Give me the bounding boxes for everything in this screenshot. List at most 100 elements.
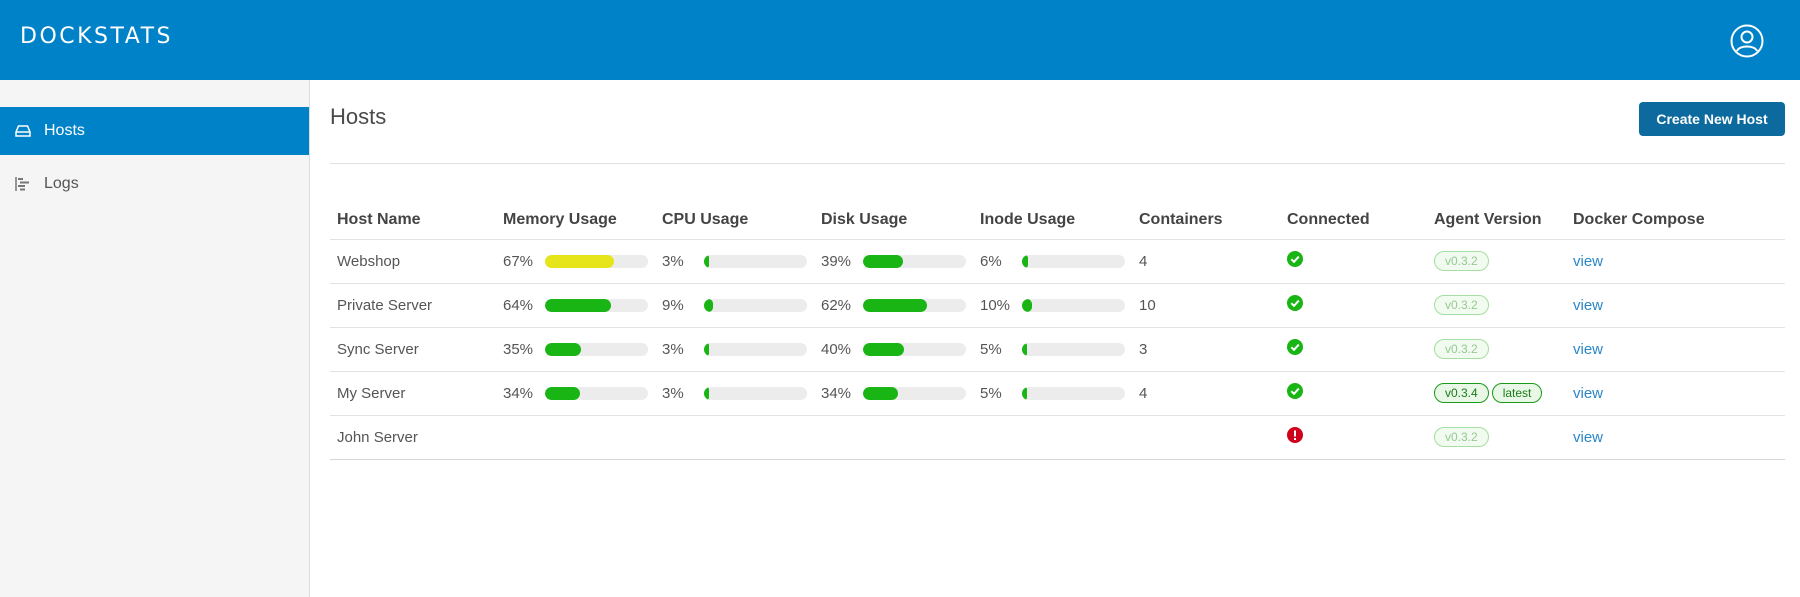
inode-bar	[1022, 254, 1125, 268]
connected-check-icon	[1287, 295, 1303, 311]
containers-count	[1132, 415, 1280, 460]
sidebar-item-logs[interactable]: Logs	[0, 160, 309, 208]
header-host-name: Host Name	[330, 201, 496, 240]
agent-version-cell: v0.3.2	[1427, 239, 1566, 284]
view-compose-link[interactable]: view	[1573, 385, 1603, 402]
containers-count: 3	[1132, 327, 1280, 372]
disk-bar-fill	[863, 298, 927, 312]
disk-cell	[814, 415, 973, 460]
app-logo[interactable]: DOCKSTATS	[20, 24, 173, 49]
disk-percent: 40%	[821, 340, 852, 358]
docker-compose-cell: view	[1566, 239, 1785, 284]
version-badge: v0.3.2	[1434, 251, 1489, 271]
host-name[interactable]: Private Server	[330, 283, 496, 328]
top-bar: DOCKSTATS	[0, 0, 1800, 80]
memory-percent: 34%	[503, 384, 534, 402]
memory-bar	[545, 386, 648, 400]
host-name[interactable]: John Server	[330, 415, 496, 460]
memory-bar	[545, 298, 648, 312]
disk-bar	[863, 386, 966, 400]
sidebar: Hosts Logs	[0, 80, 310, 597]
inode-bar	[1022, 342, 1125, 356]
hosts-table: Host Name Memory Usage CPU Usage Disk Us…	[330, 201, 1785, 460]
memory-cell: 35%	[496, 327, 655, 372]
memory-bar-fill	[545, 386, 581, 400]
header-agent-version: Agent Version	[1427, 201, 1566, 240]
connected-check-icon	[1287, 383, 1303, 399]
cpu-cell: 9%	[655, 283, 814, 328]
disk-bar-fill	[863, 254, 904, 268]
user-account-icon[interactable]	[1730, 24, 1764, 58]
table-row[interactable]: Private Server 64% 9% 62% 10% 10 v0.3.2 view	[330, 283, 1785, 328]
disk-cell: 62%	[814, 283, 973, 328]
cpu-bar-fill	[704, 298, 714, 312]
view-compose-link[interactable]: view	[1573, 429, 1603, 446]
memory-bar-fill	[545, 298, 611, 312]
memory-bar	[545, 254, 648, 268]
cpu-cell: 3%	[655, 239, 814, 284]
header-containers: Containers	[1132, 201, 1280, 240]
memory-percent: 35%	[503, 340, 534, 358]
latest-badge: latest	[1491, 383, 1543, 403]
header-memory-usage: Memory Usage	[496, 201, 655, 240]
host-name[interactable]: Sync Server	[330, 327, 496, 372]
connected-check-icon	[1287, 251, 1303, 267]
header-docker-compose: Docker Compose	[1566, 201, 1785, 240]
view-compose-link[interactable]: view	[1573, 297, 1603, 314]
disconnected-alert-icon	[1287, 427, 1303, 443]
memory-bar-fill	[545, 254, 614, 268]
page-title: Hosts	[330, 104, 387, 129]
host-name[interactable]: My Server	[330, 371, 496, 416]
version-badge: v0.3.2	[1434, 339, 1489, 359]
containers-count: 10	[1132, 283, 1280, 328]
table-row[interactable]: My Server 34% 3% 34% 5% 4 v0.3.4 latest view	[330, 371, 1785, 416]
memory-cell: 64%	[496, 283, 655, 328]
table-row[interactable]: Sync Server 35% 3% 40% 5% 3 v0.3.2 view	[330, 327, 1785, 372]
connected-status	[1280, 415, 1427, 460]
cpu-bar	[704, 254, 807, 268]
connected-status	[1280, 327, 1427, 372]
cpu-percent: 9%	[662, 296, 684, 314]
docker-compose-cell: view	[1566, 415, 1785, 460]
disk-cell: 40%	[814, 327, 973, 372]
memory-bar	[545, 342, 648, 356]
logs-icon	[15, 177, 29, 191]
table-row[interactable]: John Server v0.3.2 view	[330, 415, 1785, 460]
header-disk-usage: Disk Usage	[814, 201, 973, 240]
version-badge: v0.3.2	[1434, 427, 1489, 447]
cpu-cell: 3%	[655, 327, 814, 372]
connected-check-icon	[1287, 339, 1303, 355]
disk-bar-fill	[863, 342, 905, 356]
docker-compose-cell: view	[1566, 327, 1785, 372]
drive-icon	[15, 125, 31, 137]
connected-status	[1280, 239, 1427, 284]
cpu-percent: 3%	[662, 384, 684, 402]
agent-version-cell: v0.3.2	[1427, 283, 1566, 328]
create-new-host-button[interactable]: Create New Host	[1639, 102, 1785, 136]
view-compose-link[interactable]: view	[1573, 341, 1603, 358]
cpu-percent: 3%	[662, 340, 684, 358]
view-compose-link[interactable]: view	[1573, 253, 1603, 270]
table-header-row: Host Name Memory Usage CPU Usage Disk Us…	[330, 201, 1785, 240]
inode-bar-fill	[1022, 342, 1028, 356]
inode-bar-fill	[1022, 386, 1028, 400]
disk-percent: 39%	[821, 252, 852, 270]
header-inode-usage: Inode Usage	[973, 201, 1132, 240]
memory-cell: 67%	[496, 239, 655, 284]
cpu-bar-fill	[704, 342, 710, 356]
inode-cell	[973, 415, 1132, 460]
sidebar-item-hosts[interactable]: Hosts	[0, 107, 309, 155]
inode-percent: 6%	[980, 252, 1002, 270]
memory-bar-fill	[545, 342, 582, 356]
connected-status	[1280, 283, 1427, 328]
disk-percent: 34%	[821, 384, 852, 402]
cpu-bar	[704, 386, 807, 400]
sidebar-item-label: Logs	[44, 175, 79, 192]
host-name[interactable]: Webshop	[330, 239, 496, 284]
cpu-bar-fill	[704, 386, 710, 400]
docker-compose-cell: view	[1566, 283, 1785, 328]
containers-count: 4	[1132, 239, 1280, 284]
cpu-cell: 3%	[655, 371, 814, 416]
table-row[interactable]: Webshop 67% 3% 39% 6% 4 v0.3.2 view	[330, 239, 1785, 284]
inode-cell: 5%	[973, 371, 1132, 416]
